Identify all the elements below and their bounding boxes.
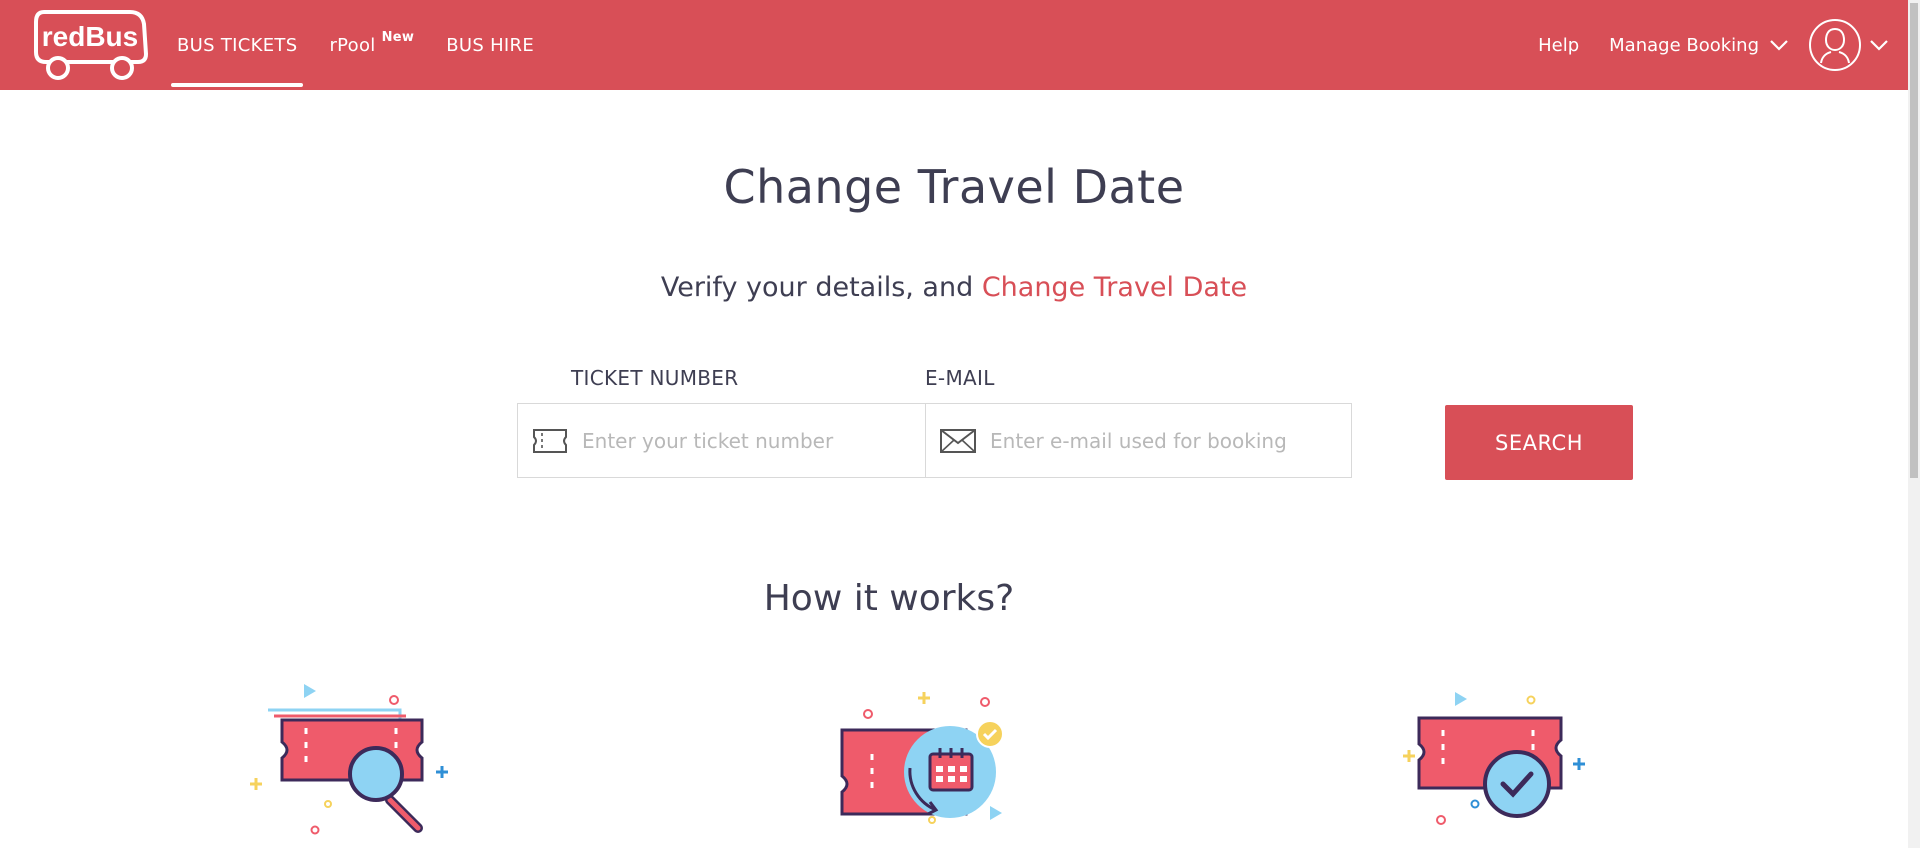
ticket-icon xyxy=(530,428,570,454)
help-label: Help xyxy=(1538,34,1580,56)
top-navbar: redBus BUS TICKETS rPool New BUS HIRE He… xyxy=(0,0,1908,90)
nav-rpool[interactable]: rPool New xyxy=(322,0,421,90)
user-account-icon xyxy=(1809,19,1861,71)
nav-bus-tickets[interactable]: BUS TICKETS xyxy=(170,0,304,90)
ticket-field xyxy=(518,404,926,477)
right-nav: Help Manage Booking xyxy=(1508,0,1908,90)
verify-form xyxy=(517,403,1352,478)
chevron-down-icon xyxy=(1870,40,1888,51)
ticket-number-label: TICKET NUMBER xyxy=(571,366,739,390)
new-badge: New xyxy=(381,29,415,45)
page-scrollbar[interactable] xyxy=(1908,0,1920,848)
chevron-down-icon xyxy=(1770,40,1788,51)
scrollbar-thumb[interactable] xyxy=(1910,3,1918,478)
help-link[interactable]: Help xyxy=(1538,35,1579,56)
ticket-number-input[interactable] xyxy=(582,428,902,453)
nav-bus-tickets-label: BUS TICKETS xyxy=(177,34,298,56)
page-title: Change Travel Date xyxy=(723,160,1185,214)
nav-bus-hire-label: BUS HIRE xyxy=(446,34,534,56)
subtitle-accent: Change Travel Date xyxy=(981,272,1248,303)
svg-text:redBus: redBus xyxy=(42,21,138,52)
ticket-search-illustration xyxy=(240,672,460,848)
email-field xyxy=(926,404,1351,477)
manage-booking-menu[interactable]: Manage Booking xyxy=(1609,35,1789,56)
email-input[interactable] xyxy=(990,428,1310,453)
mail-icon xyxy=(938,428,978,454)
manage-booking-label: Manage Booking xyxy=(1609,34,1759,56)
nav-rpool-label: rPool xyxy=(329,34,376,56)
ticket-calendar-illustration xyxy=(830,672,1050,848)
search-button[interactable]: SEARCH xyxy=(1445,405,1633,480)
how-it-works-title: How it works? xyxy=(763,578,1015,619)
ticket-confirmed-illustration xyxy=(1393,672,1613,848)
email-label: E-MAIL xyxy=(925,366,995,390)
subtitle-text: Verify your details, and xyxy=(660,272,982,303)
nav-bus-hire[interactable]: BUS HIRE xyxy=(439,0,541,90)
account-menu[interactable] xyxy=(1809,19,1889,71)
redbus-logo[interactable]: redBus xyxy=(30,8,150,84)
page-subtitle: Verify your details, and Change Travel D… xyxy=(0,272,1908,303)
main-nav: BUS TICKETS rPool New BUS HIRE xyxy=(170,0,559,90)
